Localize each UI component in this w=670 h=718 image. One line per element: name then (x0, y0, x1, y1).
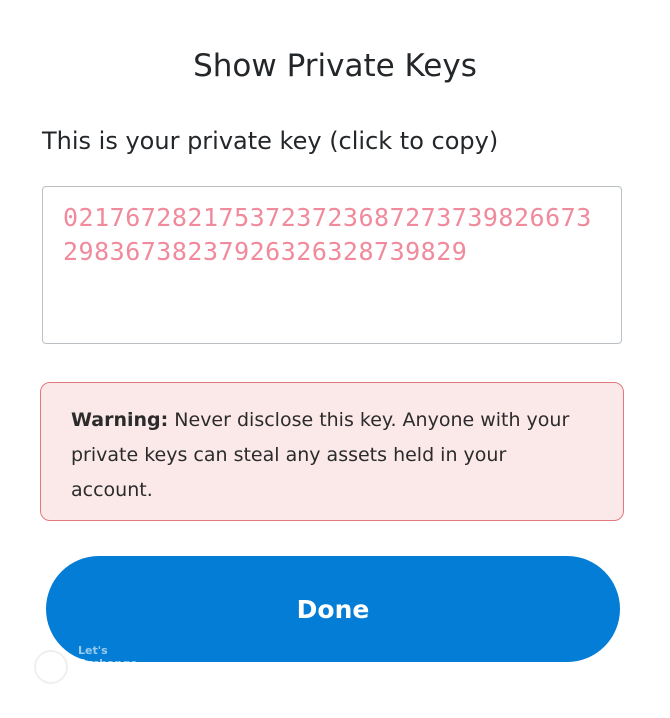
private-key-label: This is your private key (click to copy) (42, 127, 499, 155)
watermark-line-1: Let's (78, 644, 108, 657)
watermark-line-2: Exchange (78, 657, 138, 670)
warning-prefix: Warning: (71, 409, 169, 431)
page-title: Show Private Keys (193, 48, 477, 84)
show-private-keys-page: Show Private Keys This is your private k… (0, 0, 670, 718)
private-key-value[interactable]: 0217672821753723723687273739826673298367… (63, 201, 601, 269)
warning-banner: Warning: Never disclose this key. Anyone… (40, 382, 624, 521)
watermark-line-3: .io (78, 670, 94, 683)
warning-message: Warning: Never disclose this key. Anyone… (71, 403, 593, 508)
watermark-text: Let's Exchange .io (78, 644, 138, 683)
watermark-logo-icon (34, 650, 68, 684)
private-key-copy-box[interactable]: 0217672821753723723687273739826673298367… (42, 186, 622, 344)
watermark-logo: Let's Exchange .io (34, 644, 144, 688)
